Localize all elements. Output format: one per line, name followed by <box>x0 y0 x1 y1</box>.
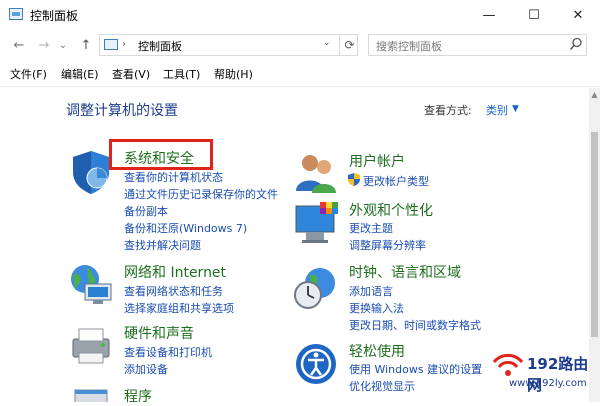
view-by-select[interactable]: 类别 <box>486 102 508 118</box>
category-clock-language-region[interactable]: 时钟、语言和区域 <box>349 262 461 282</box>
page-title: 调整计算机的设置 <box>66 103 178 119</box>
category-hardware-sound[interactable]: 硬件和声音 <box>124 323 194 343</box>
maximize-button[interactable]: ☐ <box>512 0 556 30</box>
category-system-security[interactable]: 系统和安全 <box>124 148 194 168</box>
users-icon <box>296 155 336 193</box>
link-file-history[interactable]: 通过文件历史记录保存你的文件 <box>124 186 278 202</box>
link-add-language[interactable]: 添加语言 <box>349 283 393 299</box>
link-devices-printers[interactable]: 查看设备和打印机 <box>124 344 212 360</box>
link-optimize-visual-display[interactable]: 优化视觉显示 <box>349 378 415 394</box>
menu-edit[interactable]: 编辑(E) <box>61 66 99 82</box>
category-network-internet[interactable]: 网络和 Internet <box>124 262 226 282</box>
close-button[interactable]: ✕ <box>556 0 600 30</box>
minimize-button[interactable]: — <box>467 0 511 30</box>
scrollbar-thumb[interactable] <box>591 132 598 337</box>
watermark-url: www.192ly.com <box>509 378 587 389</box>
network-globe-icon <box>71 265 112 304</box>
scroll-up-arrow-icon[interactable]: ▲ <box>589 90 600 100</box>
back-button[interactable]: ← <box>10 36 28 54</box>
menu-help[interactable]: 帮助(H) <box>214 66 253 82</box>
control-panel-icon <box>104 39 118 50</box>
breadcrumb-separator[interactable]: › <box>122 39 126 50</box>
uac-shield-icon <box>348 173 360 186</box>
link-change-theme[interactable]: 更改主题 <box>349 220 393 236</box>
shield-icon <box>73 151 109 194</box>
link-change-account-type[interactable]: 更改帐户类型 <box>363 173 429 189</box>
menu-file[interactable]: 文件(F) <box>10 66 47 82</box>
search-placeholder[interactable]: 搜索控制面板 <box>376 38 442 54</box>
printer-icon <box>72 328 110 364</box>
forward-button[interactable]: → <box>35 36 53 54</box>
link-backup-copy[interactable]: 备份副本 <box>124 203 168 219</box>
category-user-accounts[interactable]: 用户帐户 <box>349 151 405 171</box>
category-appearance-personalization[interactable]: 外观和个性化 <box>349 200 433 220</box>
breadcrumb-control-panel[interactable]: 控制面板 <box>138 38 182 54</box>
refresh-button[interactable]: ⟳ <box>339 34 359 56</box>
ease-of-access-icon <box>296 344 336 384</box>
view-by-dropdown-icon[interactable]: ▼ <box>512 104 519 114</box>
address-dropdown-icon[interactable]: ⌄ <box>323 38 331 48</box>
divider <box>0 86 600 87</box>
recent-locations-dropdown[interactable]: ⌄ <box>57 36 69 54</box>
link-windows-recommended-settings[interactable]: 使用 Windows 建议的设置 <box>349 361 482 377</box>
link-change-date-time-format[interactable]: 更改日期、时间或数字格式 <box>349 317 481 333</box>
appearance-monitor-icon <box>295 202 338 243</box>
category-programs[interactable]: 程序 <box>124 386 152 406</box>
menu-tools[interactable]: 工具(T) <box>163 66 200 82</box>
window-title: 控制面板 <box>30 9 79 23</box>
link-add-device[interactable]: 添加设备 <box>124 361 168 377</box>
link-troubleshoot[interactable]: 查找并解决问题 <box>124 237 201 253</box>
link-adjust-resolution[interactable]: 调整屏幕分辨率 <box>349 237 426 253</box>
view-by-label: 查看方式: <box>424 104 472 117</box>
clock-globe-icon <box>294 268 335 309</box>
link-homegroup-sharing[interactable]: 选择家庭组和共享选项 <box>124 300 234 316</box>
link-change-input-method[interactable]: 更换输入法 <box>349 300 404 316</box>
control-panel-icon <box>9 8 23 20</box>
link-network-status[interactable]: 查看网络状态和任务 <box>124 283 223 299</box>
link-backup-restore[interactable]: 备份和还原(Windows 7) <box>124 220 247 236</box>
wifi-logo-icon <box>492 353 524 376</box>
menu-view[interactable]: 查看(V) <box>112 66 150 82</box>
link-view-computer-status[interactable]: 查看你的计算机状态 <box>124 169 223 185</box>
category-ease-of-access[interactable]: 轻松使用 <box>349 341 405 361</box>
search-icon[interactable] <box>569 37 583 51</box>
up-button[interactable]: ↑ <box>77 36 95 54</box>
programs-icon <box>74 389 108 402</box>
